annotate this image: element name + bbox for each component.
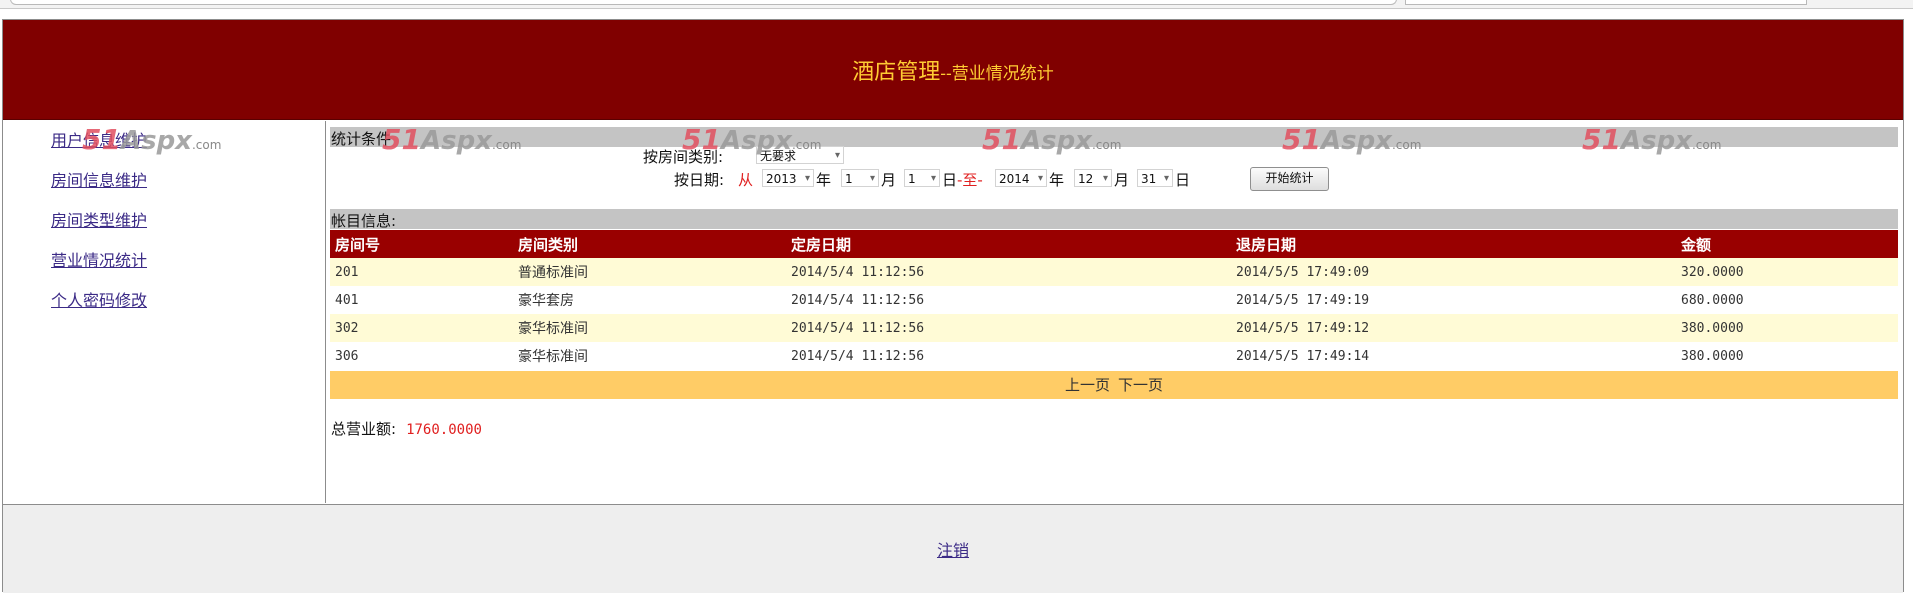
records-table: 房间号 房间类别 定房日期 退房日期 金额 201 普通标准间 2014/5/4… [330,230,1898,370]
end-year-unit: 年 [1049,171,1065,189]
cell-amount: 680.0000 [1676,286,1898,314]
cell-room-no: 201 [330,258,513,286]
filter-section-bar: 统计条件 [330,127,1898,148]
page-header: 酒店管理--营业情况统计 [3,20,1903,120]
logout-link[interactable]: 注销 [3,537,1903,561]
column-header-room-no: 房间号 [330,230,513,258]
filter-section-label: 统计条件 [331,130,392,148]
date-label: 按日期: [674,171,725,189]
cell-checkout-date: 2014/5/5 17:49:09 [1231,258,1676,286]
sidebar-item-business-stats[interactable]: 营业情况统计 [51,247,147,271]
cell-room-no: 302 [330,314,513,342]
total-revenue: 总营业额: 1760.0000 [331,418,482,439]
chevron-down-icon: ▾ [930,173,936,184]
table-row: 302 豪华标准间 2014/5/4 11:12:56 2014/5/5 17:… [330,314,1898,342]
start-year-value: 2013 [766,172,797,186]
sidebar-item-password[interactable]: 个人密码修改 [51,287,147,311]
next-page-link[interactable]: 下一页 [1118,376,1163,394]
table-row: 306 豪华标准间 2014/5/4 11:12:56 2014/5/5 17:… [330,342,1898,370]
browser-chrome-strip [0,0,1913,9]
total-revenue-label: 总营业额: [331,420,397,438]
sidebar-item-room-type[interactable]: 房间类型维护 [51,207,147,231]
end-day-unit: 日 [1175,171,1191,189]
chevron-down-icon: ▾ [1037,173,1043,184]
cell-checkout-date: 2014/5/5 17:49:14 [1231,342,1676,370]
start-month-select[interactable]: 1 ▾ [841,169,879,187]
cell-room-no: 401 [330,286,513,314]
cell-booking-date: 2014/5/4 11:12:56 [786,286,1231,314]
end-month-select[interactable]: 12 ▾ [1074,169,1112,187]
column-header-booking-date: 定房日期 [786,230,1231,258]
start-year-select[interactable]: 2013 ▾ [762,169,814,187]
column-header-amount: 金额 [1676,230,1898,258]
to-label: -至- [957,171,983,189]
column-header-room-type: 房间类别 [513,230,786,258]
column-header-checkout-date: 退房日期 [1231,230,1676,258]
prev-page-link[interactable]: 上一页 [1065,376,1110,394]
room-type-select[interactable]: 无要求 ▾ [756,146,844,164]
table-row: 401 豪华套房 2014/5/4 11:12:56 2014/5/5 17:4… [330,286,1898,314]
sidebar-item-room-info[interactable]: 房间信息维护 [51,167,147,191]
start-stats-button[interactable]: 开始统计 [1250,167,1329,191]
start-day-unit: 日 [942,171,958,189]
cell-amount: 320.0000 [1676,258,1898,286]
cell-checkout-date: 2014/5/5 17:49:12 [1231,314,1676,342]
chevron-down-icon: ▾ [834,150,840,161]
sidebar: 用户信息维护 房间信息维护 房间类型维护 营业情况统计 个人密码修改 [3,121,326,503]
room-type-value: 无要求 [760,149,797,163]
cell-room-type: 豪华套房 [513,286,786,314]
end-day-select[interactable]: 31 ▾ [1137,169,1173,187]
records-section-label: 帐目信息: [331,212,397,230]
total-revenue-value: 1760.0000 [406,422,482,438]
cell-booking-date: 2014/5/4 11:12:56 [786,258,1231,286]
cell-booking-date: 2014/5/4 11:12:56 [786,314,1231,342]
main-content: 统计条件 按房间类别: 无要求 ▾ 按日期: 从 2013 ▾ 年 1 ▾ 月 1 ▾ … [330,121,1900,503]
cell-amount: 380.0000 [1676,342,1898,370]
app-title: 酒店管理 [852,60,941,85]
start-month-unit: 月 [881,171,897,189]
start-day-select[interactable]: 1 ▾ [904,169,940,187]
cell-room-no: 306 [330,342,513,370]
page-title: 酒店管理--营业情况统计 [3,54,1903,86]
cell-checkout-date: 2014/5/5 17:49:19 [1231,286,1676,314]
end-month-unit: 月 [1114,171,1130,189]
cell-room-type: 豪华标准间 [513,314,786,342]
chevron-down-icon: ▾ [804,173,810,184]
table-header-row: 房间号 房间类别 定房日期 退房日期 金额 [330,230,1898,258]
sidebar-item-user-info[interactable]: 用户信息维护 [51,127,147,151]
browser-search-box[interactable] [1405,0,1807,5]
address-bar[interactable] [10,0,1397,5]
chevron-down-icon: ▾ [1102,173,1108,184]
chevron-down-icon: ▾ [869,173,875,184]
pager: 上一页 下一页 [330,371,1898,399]
start-day-value: 1 [908,172,916,186]
start-month-value: 1 [845,172,853,186]
page-subtitle: --营业情况统计 [940,64,1054,84]
end-year-value: 2014 [999,172,1030,186]
records-section-bar: 帐目信息: [330,209,1898,230]
cell-amount: 380.0000 [1676,314,1898,342]
page-footer: 注销 [3,504,1903,593]
from-label: 从 [738,171,754,189]
end-year-select[interactable]: 2014 ▾ [995,169,1047,187]
chevron-down-icon: ▾ [1163,173,1169,184]
table-row: 201 普通标准间 2014/5/4 11:12:56 2014/5/5 17:… [330,258,1898,286]
start-year-unit: 年 [816,171,832,189]
cell-booking-date: 2014/5/4 11:12:56 [786,342,1231,370]
cell-room-type: 豪华标准间 [513,342,786,370]
end-day-value: 31 [1141,172,1157,186]
room-type-label: 按房间类别: [643,148,724,166]
cell-room-type: 普通标准间 [513,258,786,286]
end-month-value: 12 [1078,172,1094,186]
